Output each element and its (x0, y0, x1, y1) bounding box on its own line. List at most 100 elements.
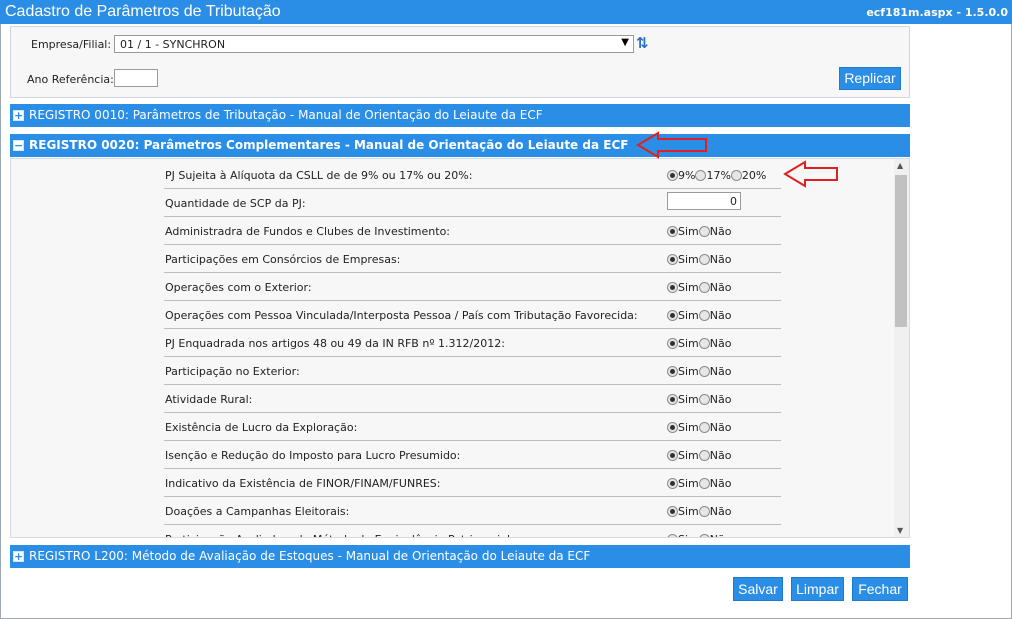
scroll-down-icon[interactable]: ▼ (897, 526, 903, 535)
radio-nao-label: Não (709, 253, 732, 266)
param-label: Existência de Lucro da Exploração: (165, 421, 358, 434)
radio-sim-label: Sim (678, 449, 699, 462)
param-label: PJ Enquadrada nos artigos 48 ou 49 da IN… (165, 337, 505, 350)
param-row: Participações em Consórcios de Empresas:… (164, 245, 781, 273)
radio-sim[interactable] (667, 422, 678, 433)
param-label: Isenção e Redução do Imposto para Lucro … (165, 449, 461, 462)
param-label: Doações a Campanhas Eleitorais: (165, 505, 350, 518)
window-title: Cadastro de Parâmetros de Tributação (5, 3, 281, 20)
radio-nao[interactable] (698, 366, 710, 377)
radio-nao[interactable] (698, 534, 710, 537)
radio-nao-label: Não (709, 393, 732, 406)
param-label: Operações com o Exterior: (165, 281, 312, 294)
radio-sim-label: Sim (678, 421, 699, 434)
yes-no-options: Sim Não (667, 281, 731, 294)
radio-nao[interactable] (698, 450, 710, 461)
radio-9-label: 9% (678, 169, 696, 182)
radio-sim[interactable] (667, 394, 678, 405)
param-label: Participações em Consórcios de Empresas: (165, 253, 401, 266)
title-bar: Cadastro de Parâmetros de Tributação ecf… (0, 0, 1012, 24)
yes-no-options: Sim Não (667, 337, 731, 350)
refresh-icon[interactable]: ⇅ (636, 34, 650, 52)
section-0020-content: PJ Sujeita à Alíquota da CSLL de de 9% o… (10, 158, 910, 538)
radio-17-label: 17% (706, 169, 731, 182)
section-0010-header[interactable]: + REGISTRO 0010: Parâmetros de Tributaçã… (10, 104, 910, 127)
radio-nao[interactable] (698, 310, 710, 321)
radio-sim[interactable] (667, 366, 678, 377)
radio-nao[interactable] (698, 338, 710, 349)
radio-nao[interactable] (698, 478, 710, 489)
limpar-button[interactable]: Limpar (791, 577, 844, 601)
radio-sim[interactable] (667, 226, 678, 237)
radio-sim-label: Sim (678, 337, 699, 350)
content-scrollbar[interactable]: ▲ ▼ (894, 159, 909, 537)
dropdown-arrow-icon: ▼ (621, 37, 629, 48)
radio-sim[interactable] (667, 254, 678, 265)
param-label: Indicativo da Existência de FINOR/FINAM/… (165, 477, 441, 490)
yes-no-options: Sim Não (667, 225, 731, 238)
radio-17[interactable] (695, 170, 707, 181)
replicar-button[interactable]: Replicar (839, 67, 901, 90)
param-row: Isenção e Redução do Imposto para Lucro … (164, 441, 781, 469)
param-row: Doações a Campanhas Eleitorais: Sim Não (164, 497, 781, 525)
radio-nao-label: Não (709, 505, 732, 518)
param-row: Participação no Exterior: Sim Não (164, 357, 781, 385)
yes-no-options: Sim Não (667, 393, 731, 406)
radio-sim[interactable] (667, 506, 678, 517)
param-label: Participação no Exterior: (165, 365, 300, 378)
yes-no-options: Sim Não (667, 365, 731, 378)
ano-input[interactable] (114, 69, 158, 87)
radio-sim[interactable] (667, 310, 678, 321)
radio-nao[interactable] (698, 254, 710, 265)
fechar-button[interactable]: Fechar (852, 577, 908, 601)
section-0010-title: REGISTRO 0010: Parâmetros de Tributação … (29, 108, 543, 122)
empresa-select[interactable]: 01 / 1 - SYNCHRON ▼ (114, 35, 634, 53)
radio-nao-label: Não (709, 309, 732, 322)
param-label: Administradra de Fundos e Clubes de Inve… (165, 225, 451, 238)
annotation-arrow-icon (783, 160, 838, 188)
radio-sim[interactable] (667, 478, 678, 489)
expand-icon: + (13, 550, 24, 563)
empresa-select-value: 01 / 1 - SYNCHRON (120, 38, 226, 51)
radio-sim[interactable] (667, 450, 678, 461)
param-row: Atividade Rural: Sim Não (164, 385, 781, 413)
radio-sim[interactable] (667, 534, 678, 537)
radio-nao-label: Não (709, 365, 732, 378)
radio-nao[interactable] (698, 226, 710, 237)
salvar-button[interactable]: Salvar (733, 577, 783, 601)
radio-sim[interactable] (667, 338, 678, 349)
radio-nao-label: Não (710, 533, 732, 537)
radio-sim-label: Sim (678, 309, 699, 322)
radio-sim-label: Sim (678, 365, 699, 378)
section-0020-header[interactable]: − REGISTRO 0020: Parâmetros Complementar… (10, 134, 910, 157)
qtd-scp-input[interactable]: 0 (667, 192, 741, 210)
yes-no-options: Sim Não (667, 477, 731, 490)
section-l200-header[interactable]: + REGISTRO L200: Método de Avaliação de … (10, 545, 910, 568)
yes-no-options: Sim Não (667, 309, 731, 322)
radio-sim-label: Sim (678, 281, 699, 294)
radio-nao-label: Não (709, 337, 732, 350)
param-row: Operações com o Exterior: Sim Não (164, 273, 781, 301)
yes-no-options: Sim Não (667, 421, 731, 434)
radio-sim-label: Sim (678, 393, 699, 406)
scroll-up-icon[interactable]: ▲ (897, 161, 903, 170)
param-row: Operações com Pessoa Vinculada/Interpost… (164, 301, 781, 329)
param-label: Operações com Pessoa Vinculada/Interpost… (165, 309, 638, 322)
scroll-thumb[interactable] (895, 175, 907, 327)
section-0020-title: REGISTRO 0020: Parâmetros Complementares… (29, 138, 629, 152)
radio-sim-label: Sim (678, 505, 699, 518)
radio-sim[interactable] (667, 282, 678, 293)
radio-nao[interactable] (698, 282, 710, 293)
radio-sim-label: Sim (678, 533, 699, 537)
radio-nao[interactable] (698, 394, 710, 405)
radio-9[interactable] (667, 170, 678, 181)
param-label: Atividade Rural: (165, 393, 253, 406)
param-row: Existência de Lucro da Exploração: Sim Não (164, 413, 781, 441)
aliquota-options: 9% 17% 20% (667, 169, 766, 182)
param-row-aliquota: PJ Sujeita à Alíquota da CSLL de de 9% o… (164, 161, 781, 189)
radio-nao[interactable] (698, 422, 710, 433)
radio-nao[interactable] (698, 506, 710, 517)
expand-icon: + (13, 109, 24, 122)
radio-20[interactable] (730, 170, 742, 181)
yes-no-options: Sim Não (667, 449, 731, 462)
